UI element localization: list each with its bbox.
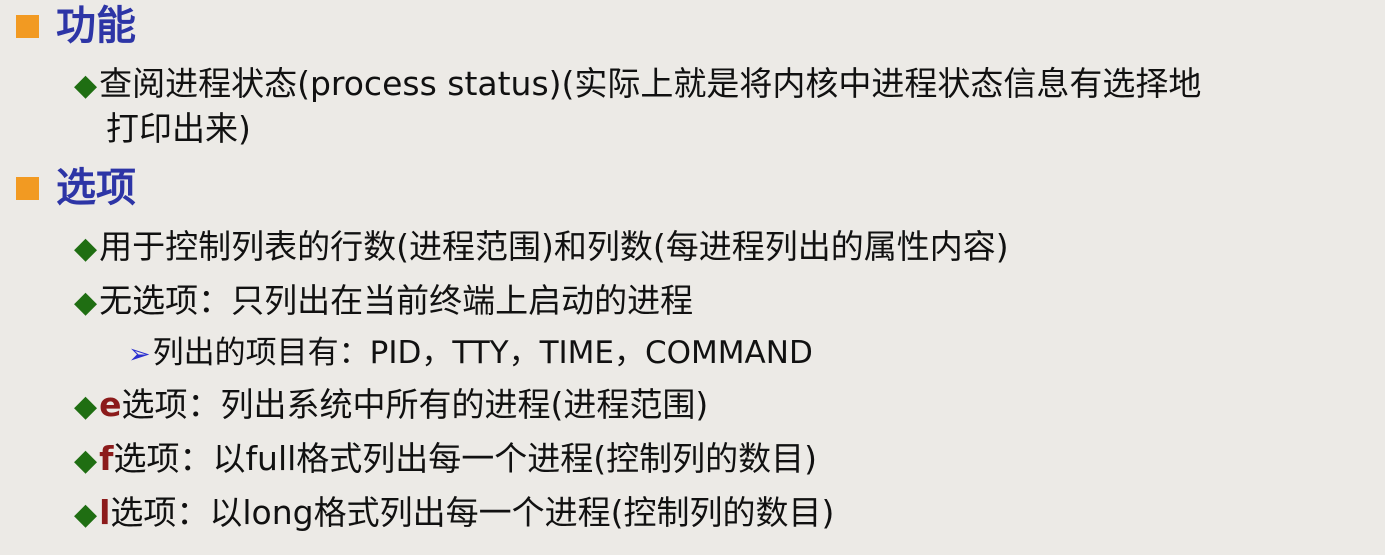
slide: 功能 ◆查阅进程状态(process status)(实际上就是将内核中进程状态…: [0, 0, 1385, 555]
option-key-f: f: [99, 439, 114, 478]
bullet-f-option: ◆f选项：以full格式列出每一个进程(控制列的数目): [74, 436, 817, 484]
orange-square-icon: [16, 14, 39, 38]
option-key-l: l: [99, 493, 111, 532]
bullet-l-option: ◆l选项：以long格式列出每一个进程(控制列的数目): [74, 490, 834, 538]
sub-bullet-columns-text: 列出的项目有：PID，TTY，TIME，COMMAND: [152, 335, 813, 371]
green-diamond-icon: ◆: [74, 389, 98, 424]
heading-function: 功能: [16, 1, 136, 51]
bullet-no-option: ◆无选项：只列出在当前终端上启动的进程: [74, 278, 693, 326]
bullet-ps-description-continued: 打印出来): [106, 109, 251, 148]
bullet-no-option-text: 无选项：只列出在当前终端上启动的进程: [99, 281, 694, 320]
bullet-e-option: ◆e选项：列出系统中所有的进程(进程范围): [74, 382, 708, 430]
bullet-control-text: 用于控制列表的行数(进程范围)和列数(每进程列出的属性内容): [99, 227, 1009, 266]
green-diamond-icon: ◆: [74, 231, 98, 266]
bullet-e-option-text: 选项：列出系统中所有的进程(进程范围): [121, 385, 709, 424]
sub-bullet-columns: ➢列出的项目有：PID，TTY，TIME，COMMAND: [128, 331, 813, 377]
green-diamond-icon: ◆: [74, 285, 98, 320]
bullet-ps-description: ◆查阅进程状态(process status)(实际上就是将内核中进程状态信息有…: [74, 61, 1201, 109]
bullet-l-option-text: 选项：以long格式列出每一个进程(控制列的数目): [110, 493, 835, 532]
option-key-e: e: [99, 385, 122, 424]
heading-function-text: 功能: [56, 3, 136, 49]
bullet-f-option-text: 选项：以full格式列出每一个进程(控制列的数目): [113, 439, 818, 478]
heading-options: 选项: [16, 163, 136, 213]
green-diamond-icon: ◆: [74, 497, 98, 532]
green-diamond-icon: ◆: [74, 68, 98, 103]
heading-options-text: 选项: [56, 165, 136, 211]
bullet-ps-description-text: 查阅进程状态(process status)(实际上就是将内核中进程状态信息有选…: [99, 64, 1202, 103]
blue-arrow-icon: ➢: [128, 339, 151, 370]
orange-square-icon: [16, 176, 39, 200]
green-diamond-icon: ◆: [74, 443, 98, 478]
bullet-control: ◆用于控制列表的行数(进程范围)和列数(每进程列出的属性内容): [74, 224, 1009, 272]
